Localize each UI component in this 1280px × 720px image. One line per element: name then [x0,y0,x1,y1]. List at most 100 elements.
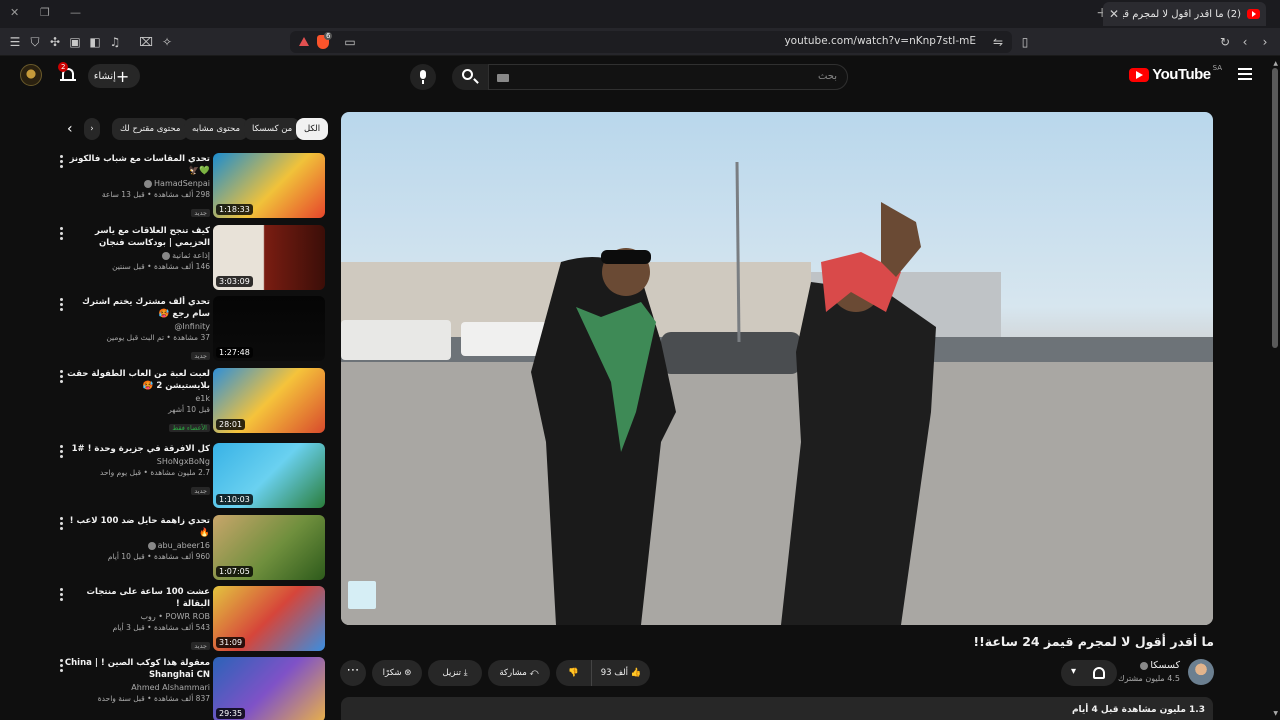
channel-name[interactable]: e1k [62,393,210,404]
guide-menu-icon[interactable] [1238,68,1252,83]
search-placeholder: بحث [817,71,837,82]
keyboard-icon[interactable] [497,74,509,82]
view-count-date: 1.3 مليون مشاهدة قبل 4 أيام [1071,705,1205,715]
duration-badge: 29:35 [216,708,246,719]
channel-name[interactable]: Ahmed Alshammari [62,682,210,693]
video-title[interactable]: تحدي زاهمة حايل ضد 100 لاعب ! 🔥 [62,515,210,539]
video-thumbnail[interactable]: 1:27:48 [213,296,325,361]
more-options-icon[interactable] [60,588,64,603]
scroll-down-icon[interactable]: ▼ [1273,710,1278,717]
create-button[interactable]: + إنشاء [88,64,140,88]
channel-name[interactable]: abu_abeer16 [158,541,210,550]
more-options-icon[interactable] [60,155,64,170]
tabs-icon[interactable]: ▣ [67,34,83,50]
video-thumbnail[interactable]: 28:01 [213,368,325,433]
video-title[interactable]: معقولة هذا كوكب الصين ! China | Shanghai… [62,657,210,681]
site-settings-icon[interactable]: ⇋ [990,34,1006,50]
search-input[interactable]: بحث [488,64,848,90]
account-avatar[interactable] [20,64,42,86]
notifications-button[interactable]: 2 [58,62,76,84]
list-item[interactable]: 1:10:03 كل الافرقة في جزيرة وحدة ! #1 SHo… [56,443,328,511]
description-box[interactable]: 1.3 مليون مشاهدة قبل 4 أيام [341,697,1213,720]
more-options-icon[interactable] [60,445,64,460]
music-icon[interactable]: ♫ [107,34,123,50]
channel-name[interactable]: POWR ROB • روب [62,611,210,622]
url-text[interactable]: youtube.com/watch?v=nKnp7stI-mE [784,35,976,47]
puzzle-icon[interactable]: ✧ [159,34,175,50]
chip-related[interactable]: محتوى مشابه [184,118,248,140]
more-options-icon[interactable] [60,298,64,313]
like-button[interactable]: 93 ألف 👍 [592,660,650,686]
subscription-notifications-button[interactable]: ▾ [1061,660,1117,686]
chip-from-channel[interactable]: من كسسكا [244,118,301,140]
chip-scroll-left[interactable]: › [84,118,100,140]
list-item[interactable]: 28:01 لعبت لعبة من العاب الطفولة حقت بلا… [56,368,328,436]
youtube-header: 2 + إنشاء بحث YouTube SA [0,56,1280,98]
video-meta: 543 ألف مشاهدة • قبل 3 أيام [112,623,210,632]
channel-name[interactable]: SHoNgxBoNg [62,456,210,467]
verified-icon [162,251,171,260]
video-thumbnail[interactable]: 31:09 [213,586,325,651]
duration-badge: 1:27:48 [216,347,253,358]
video-title[interactable]: كيف تنجح العلاقات مع ياسر الحزيمي | بودك… [62,225,210,249]
video-title[interactable]: لعبت لعبة من العاب الطفولة حقت بلايستيشن… [62,368,210,392]
forward-icon[interactable]: › [1257,34,1273,50]
more-actions-button[interactable]: ⋯ [340,660,366,686]
shield-icon[interactable]: ⛉ [27,34,43,50]
youtube-logo[interactable]: YouTube SA [1129,64,1222,83]
channel-name-main[interactable]: كسسكا [1150,660,1180,671]
more-options-icon[interactable] [60,659,64,674]
reader-icon[interactable]: ⌧ [138,34,154,50]
video-title[interactable]: تحدي المقاسات مع شباب فالكونز 💚🦅 [62,153,210,177]
extensions-icon[interactable]: ✣ [47,34,63,50]
dislike-button[interactable]: 👎 [556,660,592,686]
bookmark-icon[interactable]: ▯ [1017,34,1033,50]
chip-recommended[interactable]: محتوى مقترح لك [112,118,189,140]
channel-name[interactable]: HamadSenpai [154,179,210,188]
video-thumbnail[interactable]: 1:18:33 [213,153,325,218]
menu-icon[interactable]: ☰ [7,34,23,50]
list-item[interactable]: 29:35 معقولة هذا كوكب الصين ! China | Sh… [56,657,328,720]
more-options-icon[interactable] [60,517,64,532]
video-title[interactable]: كل الافرقة في جزيرة وحدة ! #1 [62,443,210,455]
sidebar-icon[interactable]: ◧ [87,34,103,50]
video-thumbnail[interactable]: 1:10:03 [213,443,325,508]
scroll-up-icon[interactable]: ▲ [1273,60,1278,67]
cast-icon[interactable]: ▭ [342,34,358,50]
more-options-icon[interactable] [60,227,64,242]
list-item[interactable]: 1:27:48 تحدي ألف مشترك يختم اشترك سام رج… [56,296,328,364]
channel-watermark[interactable] [348,581,376,609]
channel-name[interactable]: إذاعة ثمانية [172,251,210,260]
thanks-button[interactable]: شكرًا ⊛ [372,660,422,686]
video-thumbnail[interactable]: 1:07:05 [213,515,325,580]
browser-tab-active[interactable]: (2) ما أقدر أقول لا لمجرم قيمز 24 ساعة ✕ [1103,2,1266,26]
list-item[interactable]: 1:07:05 تحدي زاهمة حايل ضد 100 لاعب ! 🔥 a… [56,515,328,583]
channel-name[interactable]: Infinity@ [174,322,210,331]
video-title[interactable]: تحدي ألف مشترك يختم اشترك سام رجع 🥵 [62,296,210,320]
page-scrollbar[interactable] [1272,68,1278,348]
search-button[interactable] [452,64,488,90]
address-bar[interactable]: 6 ▭ youtube.com/watch?v=nKnp7stI-mE ⇋ [290,31,1012,53]
list-item[interactable]: 31:09 عشت 100 ساعة على منتجات البقالة ! P… [56,586,328,654]
minimize-window-icon[interactable]: — [70,6,81,19]
back-icon[interactable]: ‹ [1237,34,1253,50]
browser-tab-bar: ✕ ❐ — + (2) ما أقدر أقول لا لمجرم قيمز 2… [0,0,1280,28]
duration-badge: 1:07:05 [216,566,253,577]
chevron-left-icon[interactable]: ‹ [67,121,73,137]
download-button[interactable]: تنزيل ⤓ [428,660,482,686]
video-thumbnail[interactable]: 3:03:09 [213,225,325,290]
video-title[interactable]: عشت 100 ساعة على منتجات البقالة ! [62,586,211,610]
restore-window-icon[interactable]: ❐ [40,6,50,19]
share-button[interactable]: مشاركة ⤺ [488,660,550,686]
video-thumbnail[interactable]: 29:35 [213,657,325,720]
tab-close-icon[interactable]: ✕ [1109,7,1119,21]
list-item[interactable]: 1:18:33 تحدي المقاسات مع شباب فالكونز 💚🦅… [56,153,328,221]
channel-avatar[interactable] [1188,659,1214,685]
voice-search-button[interactable] [410,64,436,90]
video-player[interactable] [341,112,1213,625]
reload-icon[interactable]: ↻ [1217,34,1233,50]
chip-all[interactable]: الكل [296,118,329,140]
list-item[interactable]: 3:03:09 كيف تنجح العلاقات مع ياسر الحزيم… [56,225,328,293]
more-options-icon[interactable] [60,370,64,385]
close-window-icon[interactable]: ✕ [10,6,19,19]
